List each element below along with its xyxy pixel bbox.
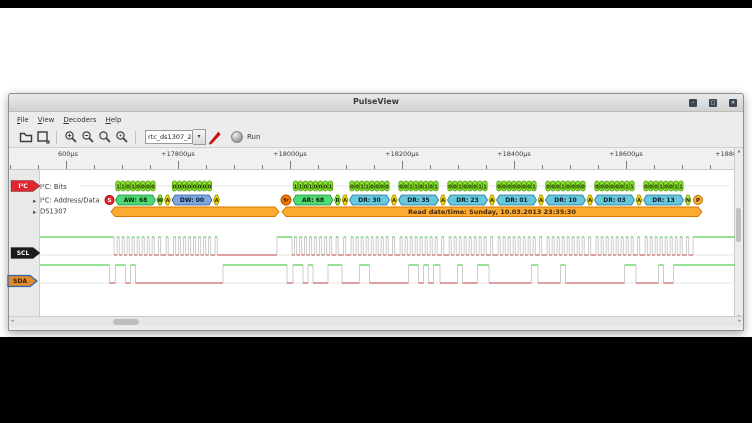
zoom-in-button[interactable]	[62, 129, 79, 145]
scroll-right-icon[interactable]: ▸	[738, 317, 741, 326]
trace-view[interactable]	[40, 170, 737, 319]
ruler-tick	[206, 165, 207, 169]
zoom-fit-icon	[98, 130, 112, 144]
ruler-tick	[430, 165, 431, 169]
run-led-icon	[231, 131, 243, 143]
menu-item-decoders[interactable]: Decoders	[63, 116, 96, 124]
window-title: PulseView	[9, 97, 743, 106]
zoom-out-icon	[81, 130, 95, 144]
vertical-scroll-thumb[interactable]	[736, 208, 741, 242]
minimize-button[interactable]: –	[689, 99, 697, 107]
ruler-tick	[598, 165, 599, 169]
menu-item-help[interactable]: Help	[105, 116, 121, 124]
probe-icon	[207, 130, 222, 145]
ruler-label: +18200µs	[385, 150, 419, 158]
ruler-tick	[318, 165, 319, 169]
zoom-one-to-one-icon	[115, 130, 129, 144]
ruler-tick	[458, 165, 459, 169]
ruler-tick	[570, 165, 571, 169]
save-icon	[36, 130, 50, 144]
ruler-label: +18600µs	[609, 150, 643, 158]
scroll-up-icon[interactable]: ▲	[735, 148, 743, 153]
title-bar[interactable]: PulseView – □ ✕	[9, 94, 743, 112]
ruler-label: +18400µs	[497, 150, 531, 158]
ruler-tick	[346, 165, 347, 169]
menu-item-file[interactable]: File	[17, 116, 29, 124]
menu-bar: File View Decoders Help	[9, 112, 743, 127]
ruler-label: +17800µs	[161, 150, 195, 158]
stage: PulseView – □ ✕ File View Decoders Help	[0, 8, 752, 337]
run-label: Run	[247, 133, 260, 141]
scroll-left-icon[interactable]: ◂	[11, 317, 14, 326]
close-button[interactable]: ✕	[729, 99, 737, 107]
session-device-value: rtc_ds1307_2	[145, 130, 193, 144]
ruler-tick	[38, 165, 39, 169]
screenshot-canvas: PulseView – □ ✕ File View Decoders Help	[0, 0, 752, 423]
ruler-tick	[374, 165, 375, 169]
ruler-tick	[290, 161, 291, 169]
toolbar-separator	[135, 131, 136, 144]
ruler-tick	[234, 165, 235, 169]
ruler-tick	[66, 161, 67, 169]
ruler-label: +18000µs	[273, 150, 307, 158]
horizontal-scrollbar[interactable]: ◂ ▸	[9, 316, 743, 326]
vertical-scrollbar[interactable]: ▲ ▼	[734, 148, 743, 319]
ruler-tick	[150, 165, 151, 169]
window-controls: – □ ✕	[689, 99, 737, 107]
open-session-button[interactable]	[17, 129, 34, 145]
ruler-tick	[10, 165, 11, 169]
channel-sidebar	[9, 170, 40, 319]
open-folder-icon	[19, 130, 33, 144]
ruler-tick	[94, 165, 95, 169]
maximize-button[interactable]: □	[709, 99, 717, 107]
time-ruler[interactable]: 600µs +17800µs +18000µs +18200µs +18400µs +18…	[9, 148, 735, 170]
chevron-down-icon[interactable]: ▾	[193, 129, 206, 145]
ruler-label: 600µs	[58, 150, 78, 158]
ruler-tick	[710, 165, 711, 169]
ruler-label: +18800µs	[715, 150, 735, 158]
ruler-tick	[682, 165, 683, 169]
session-device-combo[interactable]: rtc_ds1307_2 ▾	[145, 130, 206, 144]
ruler-tick	[402, 161, 403, 169]
ruler-tick	[486, 165, 487, 169]
zoom-out-button[interactable]	[79, 129, 96, 145]
run-button[interactable]: Run	[231, 131, 260, 143]
ruler-tick	[542, 165, 543, 169]
ruler-tick	[626, 161, 627, 169]
zoom-one-to-one-button[interactable]	[113, 129, 130, 145]
ruler-tick	[654, 165, 655, 169]
zoom-fit-button[interactable]	[96, 129, 113, 145]
horizontal-scroll-thumb[interactable]	[113, 319, 139, 325]
toolbar-separator	[56, 131, 57, 144]
pulseview-window: PulseView – □ ✕ File View Decoders Help	[8, 93, 744, 331]
ruler-tick	[178, 161, 179, 169]
ruler-tick	[262, 165, 263, 169]
save-session-button[interactable]	[34, 129, 51, 145]
menu-item-view[interactable]: View	[38, 116, 55, 124]
ruler-tick	[122, 165, 123, 169]
ruler-tick	[514, 161, 515, 169]
zoom-in-icon	[64, 130, 78, 144]
toolbar: rtc_ds1307_2 ▾ Run	[9, 127, 743, 148]
probe-config-button[interactable]	[206, 129, 223, 145]
